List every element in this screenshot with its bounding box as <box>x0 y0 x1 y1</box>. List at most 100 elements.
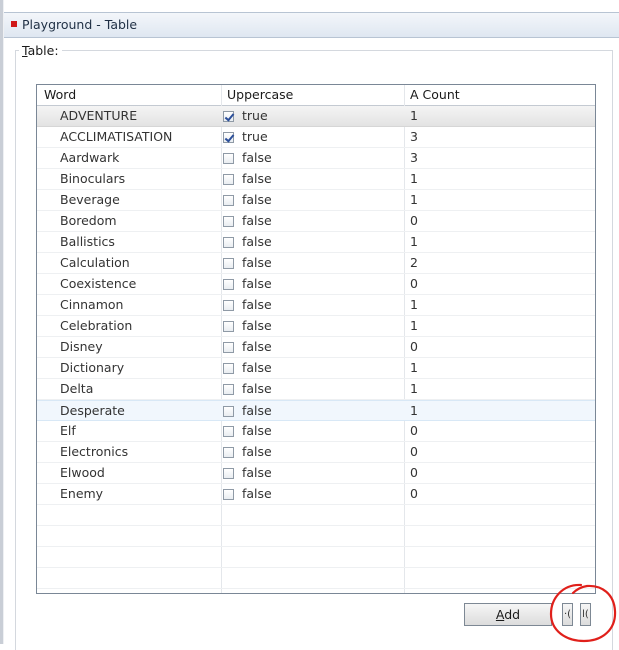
uppercase-value: false <box>242 403 272 418</box>
a-count-cell: 1 <box>410 234 418 249</box>
table-row[interactable]: Disney false 0 <box>37 337 595 358</box>
uppercase-checkbox[interactable] <box>223 447 234 458</box>
word-cell: Aardwark <box>60 150 120 165</box>
uppercase-checkbox[interactable] <box>223 174 234 185</box>
table-row[interactable]: Coexistence false 0 <box>37 274 595 295</box>
view-title-bar[interactable]: Playground - Table <box>4 12 619 38</box>
word-cell: Coexistence <box>60 276 137 291</box>
uppercase-value: false <box>242 150 272 165</box>
table-row[interactable]: Beverage false 1 <box>37 190 595 211</box>
uppercase-cell: true <box>223 127 268 147</box>
empty-table-row <box>37 505 595 526</box>
table-row[interactable]: Celebration false 1 <box>37 316 595 337</box>
uppercase-checkbox[interactable] <box>223 153 234 164</box>
view-title: Playground - Table <box>22 17 138 32</box>
uppercase-cell: false <box>223 421 272 441</box>
table-row[interactable]: ACCLIMATISATION true 3 <box>37 127 595 148</box>
a-count-cell: 1 <box>410 297 418 312</box>
uppercase-cell: false <box>223 463 272 483</box>
uppercase-value: false <box>242 213 272 228</box>
uppercase-checkbox[interactable] <box>223 426 234 437</box>
table-row[interactable]: Binoculars false 1 <box>37 169 595 190</box>
uppercase-checkbox[interactable] <box>223 111 234 122</box>
uppercase-checkbox[interactable] <box>223 300 234 311</box>
a-count-cell: 1 <box>410 108 418 123</box>
a-count-cell: 2 <box>410 255 418 270</box>
uppercase-cell: false <box>223 316 272 336</box>
table-row[interactable]: ADVENTURE true 1 <box>37 106 595 127</box>
uppercase-cell: false <box>223 274 272 294</box>
uppercase-checkbox[interactable] <box>223 384 234 395</box>
empty-table-row <box>37 547 595 568</box>
uppercase-value: false <box>242 192 272 207</box>
table-label-text: able: <box>27 43 59 58</box>
table-row[interactable]: Elwood false 0 <box>37 463 595 484</box>
uppercase-checkbox[interactable] <box>223 237 234 248</box>
a-count-cell: 3 <box>410 150 418 165</box>
table-group-label: Table: <box>19 43 62 58</box>
uppercase-checkbox[interactable] <box>223 279 234 290</box>
uppercase-cell: false <box>223 358 272 378</box>
uppercase-value: false <box>242 360 272 375</box>
table-row[interactable]: Aardwark false 3 <box>37 148 595 169</box>
a-count-cell: 0 <box>410 423 418 438</box>
uppercase-cell: false <box>223 295 272 315</box>
a-count-cell: 1 <box>410 403 418 418</box>
word-cell: Boredom <box>60 213 117 228</box>
uppercase-checkbox[interactable] <box>223 342 234 353</box>
add-button[interactable]: Add <box>464 603 552 626</box>
a-count-cell: 3 <box>410 129 418 144</box>
uppercase-checkbox[interactable] <box>223 258 234 269</box>
uppercase-checkbox[interactable] <box>223 132 234 143</box>
uppercase-value: false <box>242 465 272 480</box>
uppercase-value: false <box>242 171 272 186</box>
uppercase-checkbox[interactable] <box>223 489 234 500</box>
uppercase-checkbox[interactable] <box>223 216 234 227</box>
word-cell: Enemy <box>60 486 104 501</box>
word-cell: Celebration <box>60 318 133 333</box>
uppercase-value: false <box>242 486 272 501</box>
uppercase-value: false <box>242 255 272 270</box>
word-cell: Cinnamon <box>60 297 124 312</box>
column-header-a-count[interactable]: A Count <box>410 85 460 105</box>
word-cell: ADVENTURE <box>60 108 138 123</box>
table-row[interactable]: Calculation false 2 <box>37 253 595 274</box>
word-cell: Beverage <box>60 192 120 207</box>
uppercase-cell: false <box>223 148 272 168</box>
table-row[interactable]: Elf false 0 <box>37 421 595 442</box>
word-cell: Disney <box>60 339 103 354</box>
table-row[interactable]: Boredom false 0 <box>37 211 595 232</box>
uppercase-checkbox[interactable] <box>223 468 234 479</box>
uppercase-cell: false <box>223 484 272 504</box>
uppercase-value: false <box>242 276 272 291</box>
table-row[interactable]: Electronics false 0 <box>37 442 595 463</box>
a-count-cell: 1 <box>410 318 418 333</box>
a-count-cell: 0 <box>410 486 418 501</box>
table-row[interactable]: Cinnamon false 1 <box>37 295 595 316</box>
uppercase-checkbox[interactable] <box>223 321 234 332</box>
uppercase-value: false <box>242 297 272 312</box>
uppercase-value: true <box>242 129 268 144</box>
uppercase-cell: false <box>223 211 272 231</box>
a-count-cell: 1 <box>410 192 418 207</box>
uppercase-checkbox[interactable] <box>223 195 234 206</box>
table-body: ADVENTURE true 1 ACCLIMATISATION true 3 Aardwa… <box>37 106 595 589</box>
uppercase-checkbox[interactable] <box>223 406 234 417</box>
word-cell: Electronics <box>60 444 129 459</box>
uppercase-value: false <box>242 423 272 438</box>
table-row[interactable]: Delta false 1 <box>37 379 595 400</box>
column-header-uppercase[interactable]: Uppercase <box>227 85 293 105</box>
table-row[interactable]: Dictionary false 1 <box>37 358 595 379</box>
word-cell: Binoculars <box>60 171 126 186</box>
words-table[interactable]: Word Uppercase A Count ADVENTURE true 1 ACC… <box>36 84 596 594</box>
table-row[interactable]: Enemy false 0 <box>37 484 595 505</box>
table-row[interactable]: Desperate false 1 <box>37 400 595 421</box>
word-cell: Desperate <box>60 403 125 418</box>
column-header-word[interactable]: Word <box>44 85 76 105</box>
table-row[interactable]: Ballistics false 1 <box>37 232 595 253</box>
uppercase-checkbox[interactable] <box>223 363 234 374</box>
uppercase-cell: false <box>223 379 272 399</box>
uppercase-cell: false <box>223 232 272 252</box>
uppercase-cell: false <box>223 169 272 189</box>
empty-table-row <box>37 568 595 589</box>
